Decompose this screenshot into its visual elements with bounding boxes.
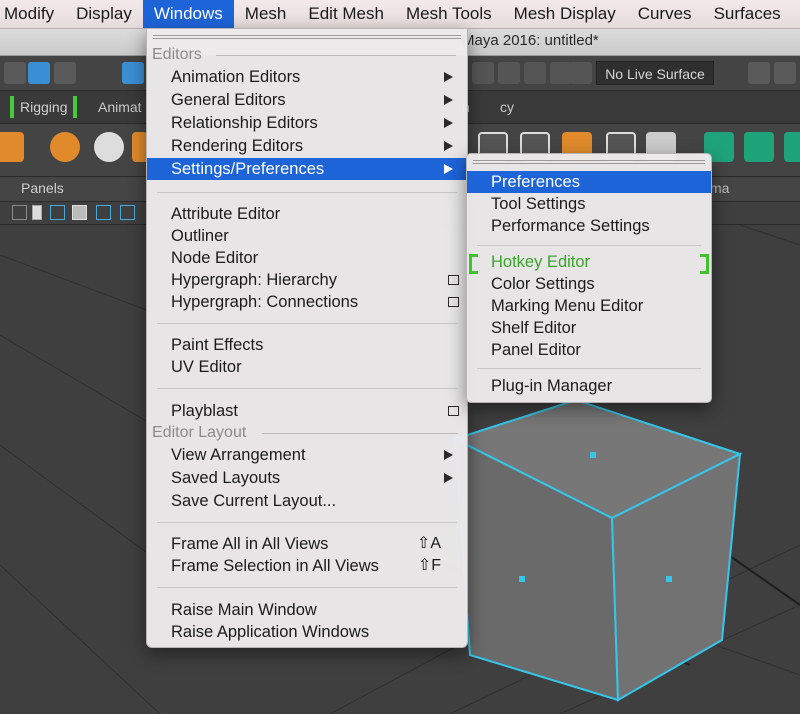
submenu-arrow-icon bbox=[444, 141, 453, 151]
menu-item-panel-editor[interactable]: Panel Editor bbox=[467, 339, 711, 361]
menu-item-frame-all[interactable]: Frame All in All Views ⇧A bbox=[147, 533, 467, 555]
highlight-bracket-left-icon bbox=[469, 254, 478, 274]
menu-item-rendering-editors[interactable]: Rendering Editors bbox=[147, 135, 467, 157]
menu-surfaces[interactable]: Surfaces bbox=[703, 0, 792, 28]
shelf-tab-partial-2[interactable]: cy bbox=[494, 96, 520, 118]
menu-item-save-current-layout[interactable]: Save Current Layout... bbox=[147, 490, 467, 512]
menu-item-raise-main-window[interactable]: Raise Main Window bbox=[147, 599, 467, 621]
separator bbox=[157, 323, 457, 324]
smooth-cube-icon[interactable] bbox=[72, 205, 87, 220]
settings-preferences-submenu: Preferences Tool Settings Performance Se… bbox=[466, 153, 712, 403]
separator bbox=[157, 522, 457, 523]
shelf-tab-rigging[interactable]: Rigging bbox=[10, 96, 78, 118]
submenu-arrow-icon bbox=[444, 72, 453, 82]
menu-mesh-tools[interactable]: Mesh Tools bbox=[395, 0, 503, 28]
highlight-bracket-right-icon bbox=[700, 254, 709, 274]
shelf-sphere-icon[interactable] bbox=[94, 132, 124, 162]
menu-item-settings-preferences[interactable]: Settings/Preferences bbox=[147, 158, 467, 180]
live-surface-field[interactable]: No Live Surface bbox=[596, 61, 714, 85]
panel-label-fragment: ma bbox=[710, 180, 730, 196]
menu-item-plugin-manager[interactable]: Plug-in Manager bbox=[467, 375, 711, 397]
tear-off-handle[interactable] bbox=[473, 160, 705, 164]
paint-select-icon[interactable] bbox=[54, 62, 76, 84]
separator bbox=[157, 388, 457, 389]
menu-item-outliner[interactable]: Outliner bbox=[147, 225, 467, 247]
menu-item-view-arrangement[interactable]: View Arrangement bbox=[147, 444, 467, 466]
separator bbox=[157, 587, 457, 588]
menu-display[interactable]: Display bbox=[65, 0, 143, 28]
select-tool-icon[interactable] bbox=[4, 62, 26, 84]
menu-item-hotkey-editor[interactable]: Hotkey Editor bbox=[467, 251, 711, 274]
shelf-plane-icon[interactable] bbox=[50, 132, 80, 162]
menu-item-frame-selection[interactable]: Frame Selection in All Views ⇧F bbox=[147, 555, 467, 577]
snap-view-icon[interactable] bbox=[550, 62, 572, 84]
panels-menu[interactable]: Panels bbox=[21, 180, 64, 196]
render-view-icon[interactable] bbox=[748, 62, 770, 84]
menu-item-playblast[interactable]: Playblast bbox=[147, 400, 467, 422]
option-box-icon[interactable] bbox=[448, 275, 459, 285]
menu-item-marking-menu-editor[interactable]: Marking Menu Editor bbox=[467, 295, 711, 317]
menu-item-animation-editors[interactable]: Animation Editors bbox=[147, 66, 467, 88]
submenu-arrow-icon bbox=[444, 473, 453, 483]
snap-point-icon[interactable] bbox=[524, 62, 546, 84]
menu-item-general-editors[interactable]: General Editors bbox=[147, 89, 467, 111]
option-box-icon[interactable] bbox=[448, 406, 459, 416]
shelf-tab-animation[interactable]: Animat bbox=[92, 96, 148, 118]
wireframe-cube-icon[interactable] bbox=[50, 205, 65, 220]
menu-item-tool-settings[interactable]: Tool Settings bbox=[467, 193, 711, 215]
textured-cube-icon[interactable] bbox=[120, 205, 135, 220]
menu-item-relationship-editors[interactable]: Relationship Editors bbox=[147, 112, 467, 134]
menu-edit-mesh[interactable]: Edit Mesh bbox=[297, 0, 395, 28]
shelf-green-3-icon[interactable] bbox=[784, 132, 800, 162]
menu-modify[interactable]: Modify bbox=[0, 0, 65, 28]
panel-icon-1[interactable] bbox=[12, 205, 27, 220]
menu-item-paint-effects[interactable]: Paint Effects bbox=[147, 334, 467, 356]
separator bbox=[157, 192, 457, 193]
menu-mesh-display[interactable]: Mesh Display bbox=[503, 0, 627, 28]
cube-icon[interactable] bbox=[96, 205, 111, 220]
menu-item-hypergraph-hierarchy[interactable]: Hypergraph: Hierarchy bbox=[147, 269, 467, 291]
menu-item-preferences[interactable]: Preferences bbox=[467, 171, 711, 193]
menu-item-raise-application-windows[interactable]: Raise Application Windows bbox=[147, 621, 467, 643]
snap-surface-icon[interactable] bbox=[570, 62, 592, 84]
menu-curves[interactable]: Curves bbox=[627, 0, 703, 28]
shelf-green-2-icon[interactable] bbox=[744, 132, 774, 162]
submenu-arrow-icon bbox=[444, 118, 453, 128]
separator bbox=[477, 245, 701, 246]
menu-item-attribute-editor[interactable]: Attribute Editor bbox=[147, 203, 467, 225]
menu-item-hypergraph-connections[interactable]: Hypergraph: Connections bbox=[147, 291, 467, 313]
section-editors: Editors bbox=[152, 46, 455, 63]
submenu-arrow-icon bbox=[444, 95, 453, 105]
move-tool-icon[interactable] bbox=[122, 62, 144, 84]
menu-windows[interactable]: Windows bbox=[142, 0, 234, 28]
shortcut-label: ⇧F bbox=[417, 557, 441, 574]
menu-item-performance-settings[interactable]: Performance Settings bbox=[467, 215, 711, 237]
submenu-arrow-icon bbox=[444, 450, 453, 460]
section-editor-layout: Editor Layout bbox=[152, 424, 459, 441]
snap-grid-icon[interactable] bbox=[472, 62, 494, 84]
submenu-arrow-icon bbox=[444, 164, 453, 174]
menu-bar: Modify Display Windows Mesh Edit Mesh Me… bbox=[0, 0, 800, 29]
option-box-icon[interactable] bbox=[448, 297, 459, 307]
menu-item-uv-editor[interactable]: UV Editor bbox=[147, 356, 467, 378]
render-icon[interactable] bbox=[774, 62, 796, 84]
menu-mesh[interactable]: Mesh bbox=[234, 0, 298, 28]
lasso-tool-icon[interactable] bbox=[28, 62, 50, 84]
menu-item-shelf-editor[interactable]: Shelf Editor bbox=[467, 317, 711, 339]
panel-icon-2[interactable] bbox=[32, 205, 42, 220]
window-title: Maya 2016: untitled* bbox=[462, 32, 599, 49]
menu-item-node-editor[interactable]: Node Editor bbox=[147, 247, 467, 269]
shelf-cylinder-icon[interactable] bbox=[0, 132, 24, 162]
menu-item-color-settings[interactable]: Color Settings bbox=[467, 273, 711, 295]
menu-item-saved-layouts[interactable]: Saved Layouts bbox=[147, 467, 467, 489]
snap-curve-icon[interactable] bbox=[498, 62, 520, 84]
windows-menu: Editors Animation Editors General Editor… bbox=[146, 28, 468, 648]
tear-off-handle[interactable] bbox=[153, 35, 461, 39]
selected-cube bbox=[452, 398, 743, 702]
separator bbox=[477, 368, 701, 369]
shortcut-label: ⇧A bbox=[416, 535, 441, 552]
